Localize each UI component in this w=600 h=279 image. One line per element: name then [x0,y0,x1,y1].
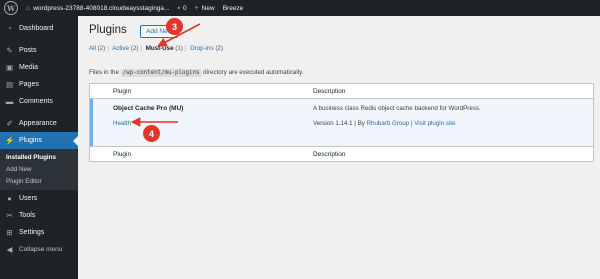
sidebar-item-label: Appearance [19,120,57,127]
table-footer: Plugin Description [90,146,593,161]
home-icon: ⌂ [26,4,31,12]
comments-count: 0 [182,4,187,12]
pin-icon: ✎ [6,46,13,55]
sidebar-item-settings[interactable]: ⊞ Settings [0,224,78,241]
table-header: Plugin Description [90,84,593,99]
column-header-plugin: Plugin [113,87,132,95]
plugin-status-filters: All (2) | Active (2) | Must-Use (1) | Drop-… [89,45,223,52]
description-cell: A business class Redis object cache back… [313,99,593,146]
comments-menu[interactable]: ▪ 0 [173,0,190,16]
sidebar-item-label: Plugins [19,137,42,144]
sidebar-item-label: Dashboard [19,25,54,32]
filter-drop-ins[interactable]: Drop-ins (2) [190,45,223,52]
plugin-version: Version 1.14.1 [313,120,353,127]
new-label: New [201,4,215,12]
collapse-icon: ◀ [6,245,13,254]
admin-sidebar: ◔ Dashboard ✎ Posts ▣ Media ▤ Pages ▬ Co… [0,16,78,279]
filter-must-use[interactable]: Must-Use (1) [146,45,183,52]
wrench-icon: ✂ [6,211,13,220]
plugin-icon: ⚡ [5,136,15,145]
settings-icon: ⊞ [6,228,13,237]
step-3-badge: 3 [166,18,183,35]
brush-icon: ✐ [6,119,13,128]
sidebar-item-label: Users [19,195,38,202]
breeze-menu[interactable]: Breeze [219,0,248,16]
mu-plugins-path: /wp-content/mu-plugins [120,69,202,77]
main-content: Plugins Add New All (2) | Active (2) | Mus… [78,16,600,279]
submenu-plugin-editor[interactable]: Plugin Editor [0,175,78,187]
submenu-add-new[interactable]: Add New [0,163,78,175]
sidebar-item-pages[interactable]: ▤ Pages [0,76,78,93]
sidebar-item-posts[interactable]: ✎ Posts [0,42,78,59]
sidebar-item-users[interactable]: ● Users [0,190,78,207]
author-link[interactable]: Rhubarb Group [367,120,410,127]
plus-icon: + [194,4,199,12]
sidebar-item-label: Settings [19,229,45,236]
mu-plugins-note: Files in the /wp-content/mu-plugins dire… [89,69,304,77]
breeze-label: Breeze [222,4,244,12]
admin-bar: W ⌂ wordpress-23788-408018.cloudwaysstag… [0,0,600,16]
pages-icon: ▤ [5,80,14,89]
table-row: Object Cache Pro (MU) Health A business … [90,99,593,146]
wp-logo-menu[interactable]: W [0,0,22,16]
sidebar-item-media[interactable]: ▣ Media [0,59,78,76]
new-content-menu[interactable]: + New [191,0,219,16]
wordpress-logo-icon: W [4,1,18,15]
filter-active[interactable]: Active (2) [112,45,138,52]
media-icon: ▣ [5,63,14,72]
visit-plugin-site-link[interactable]: Visit plugin site [414,120,455,127]
column-header-description: Description [313,87,346,95]
sidebar-item-collapse[interactable]: ◀ Collapse menu [0,241,78,258]
users-icon: ● [7,194,12,203]
plugin-name: Object Cache Pro (MU) [113,105,184,112]
plugins-table: Plugin Description Object Cache Pro (MU)… [89,83,594,162]
plugin-meta: Version 1.14.1 | By Rhubarb Group | Visi… [313,120,456,127]
filter-all[interactable]: All (2) [89,45,105,52]
sidebar-item-label: Collapse menu [19,246,63,253]
comments-icon: ▬ [5,97,14,106]
plugin-cell: Object Cache Pro (MU) Health [93,99,313,146]
sidebar-item-label: Posts [19,47,37,54]
dashboard-icon: ◔ [7,24,12,33]
page-title: Plugins [89,24,127,36]
sidebar-item-label: Media [19,64,39,71]
sidebar-item-tools[interactable]: ✂ Tools [0,207,78,224]
column-footer-plugin: Plugin [113,150,132,158]
step-4-badge: 4 [143,125,160,142]
sidebar-item-comments[interactable]: ▬ Comments [0,93,78,110]
plugin-description: A business class Redis object cache back… [313,105,481,112]
sidebar-item-dashboard[interactable]: ◔ Dashboard [0,20,78,37]
sidebar-item-appearance[interactable]: ✐ Appearance [0,115,78,132]
site-name-menu[interactable]: ⌂ wordpress-23788-408018.cloudwaysstagin… [22,0,173,16]
column-footer-description: Description [313,150,346,158]
sidebar-item-label: Comments [19,98,53,105]
sidebar-item-label: Tools [19,212,36,219]
site-name: wordpress-23788-408018.cloudwaysstaginga… [33,4,170,12]
sidebar-item-plugins[interactable]: ⚡ Plugins [0,132,78,149]
health-link[interactable]: Health [113,120,313,127]
sidebar-item-label: Pages [19,81,39,88]
plugins-submenu: Installed Plugins Add New Plugin Editor [0,149,78,190]
submenu-installed-plugins[interactable]: Installed Plugins [0,151,78,163]
comment-bubble-icon: ▪ [177,4,180,12]
